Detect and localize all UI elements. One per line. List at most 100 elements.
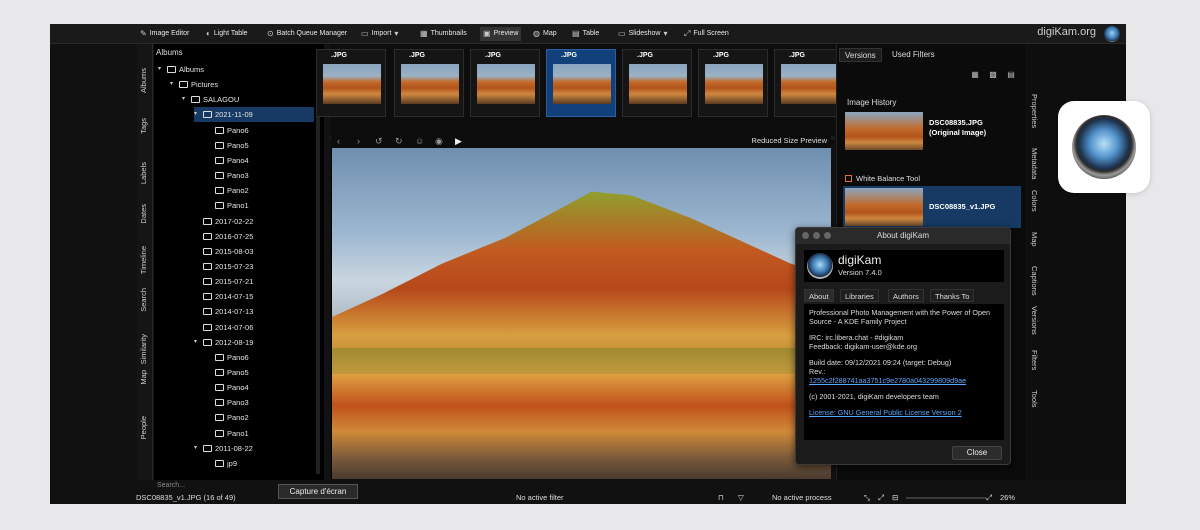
tab-people[interactable]: People — [139, 416, 148, 476]
full-screen-button[interactable]: ⤢ Full Screen — [684, 27, 729, 41]
album-tree-item[interactable]: ▾ 2012-08-19 — [194, 335, 314, 350]
table-button[interactable]: ▤ Table — [572, 27, 599, 41]
album-tree-item[interactable]: 2016-07-25 — [194, 229, 314, 244]
album-tree-item[interactable]: 2015-07-21 — [194, 274, 314, 289]
tab-about[interactable]: About — [804, 289, 834, 302]
rotate-right-icon[interactable]: ↻ — [395, 136, 403, 147]
chevron-down-icon[interactable]: ▾ — [663, 27, 667, 41]
thumbnail[interactable]: .JPG — [470, 49, 540, 117]
history-item[interactable]: DSC08835.JPG (Original Image) — [843, 110, 1021, 152]
album-tree-item[interactable]: Pano2 — [206, 410, 314, 425]
thumbnail[interactable]: .JPG — [316, 49, 386, 117]
album-tree-item[interactable]: Pano2 — [206, 183, 314, 198]
album-tree-item-label: Pictures — [191, 80, 219, 90]
image-editor-button[interactable]: ✎ Image Editor — [140, 27, 189, 41]
window-close-icon[interactable] — [802, 232, 809, 239]
album-tree-item[interactable]: ▾ Albums — [158, 62, 314, 77]
history-item-name: DSC08835.JPG — [929, 118, 983, 127]
tree-view-icon[interactable]: ▦ — [969, 69, 981, 81]
album-tree-item[interactable]: Pano5 — [206, 138, 314, 153]
thumbnail[interactable]: .JPG — [394, 49, 464, 117]
zoom-level: 26% — [1000, 493, 1016, 502]
map-button[interactable]: ◍ Map — [533, 27, 557, 41]
window-minimize-icon[interactable] — [813, 232, 820, 239]
focus-icon[interactable]: ◉ — [435, 136, 443, 147]
back-icon[interactable]: ‹ — [337, 136, 340, 146]
window-zoom-icon[interactable] — [824, 232, 831, 239]
combined-view-icon[interactable]: ▩ — [987, 69, 999, 81]
album-tree-item[interactable]: ▾ 2011-08-22 — [194, 441, 314, 456]
album-tree-item[interactable]: 2017-02-22 — [194, 214, 314, 229]
import-button[interactable]: ▭ Import ▾ — [361, 27, 398, 41]
zoom-fit-icon[interactable]: ⤡ — [864, 493, 870, 503]
zoom-out-icon[interactable]: ⊟ — [892, 493, 898, 502]
expand-arrow-icon[interactable]: ▾ — [158, 62, 164, 77]
thumbnail[interactable]: .JPG — [698, 49, 768, 117]
album-tree-item[interactable]: Pano3 — [206, 168, 314, 183]
album-tree-item[interactable]: Pano6 — [206, 350, 314, 365]
history-item-selected[interactable]: DSC08835_v1.JPG — [843, 186, 1021, 228]
expand-arrow-icon[interactable]: ▾ — [194, 107, 200, 122]
lock-icon[interactable]: ⊓ — [718, 493, 724, 502]
tab-authors[interactable]: Authors — [888, 289, 924, 302]
expand-arrow-icon[interactable]: ▾ — [182, 92, 188, 107]
folder-icon — [215, 459, 224, 467]
face-tag-icon[interactable]: ☺ — [415, 136, 424, 146]
album-tree-item[interactable]: Pano6 — [206, 123, 314, 138]
zoom-slider[interactable] — [906, 497, 986, 499]
tab-used-filters[interactable]: Used Filters — [887, 48, 940, 62]
folder-icon — [203, 262, 212, 270]
album-tree-item[interactable]: Pano4 — [206, 380, 314, 395]
screenshot-tooltip: Capture d'écran — [278, 484, 358, 499]
rotate-left-icon[interactable]: ↺ — [375, 136, 383, 147]
filter-checkbox[interactable] — [845, 175, 852, 182]
preview-image[interactable] — [332, 148, 831, 479]
chevron-down-icon[interactable]: ▾ — [394, 27, 398, 41]
album-tree-item[interactable]: Pano1 — [206, 198, 314, 213]
album-tree-item[interactable]: 2015-08-03 — [194, 244, 314, 259]
list-view-icon[interactable]: ▤ — [1005, 69, 1017, 81]
expand-arrow-icon[interactable]: ▾ — [194, 335, 200, 350]
album-tree-item[interactable]: jp9 — [206, 456, 314, 471]
tab-properties[interactable]: Properties — [1030, 94, 1039, 154]
slideshow-button[interactable]: ▭ Slideshow ▾ — [618, 27, 668, 41]
album-tree-item[interactable]: 2014-07-13 — [194, 304, 314, 319]
folder-icon — [203, 247, 212, 255]
album-tree-item[interactable]: Pano4 — [206, 153, 314, 168]
preview-button[interactable]: ▣ Preview — [480, 27, 522, 41]
tab-tools[interactable]: Tools — [1030, 390, 1039, 450]
thumbnails-button[interactable]: ▦ Thumbnails — [420, 27, 467, 41]
zoom-in-icon[interactable]: ⤢ — [986, 493, 992, 503]
album-tree-item[interactable]: ▾ Pictures — [170, 77, 314, 92]
album-tree-item[interactable]: Pano3 — [206, 395, 314, 410]
folder-icon — [215, 141, 224, 149]
forward-icon[interactable]: › — [357, 136, 360, 146]
album-tree-item[interactable]: Pano1 — [206, 426, 314, 441]
play-icon[interactable]: ▶ — [455, 136, 462, 147]
tab-thanks-to[interactable]: Thanks To — [930, 289, 975, 302]
revision-link[interactable]: 1255c2f288741aa3751c9e2780a043299809d9ae — [809, 376, 966, 385]
album-tree-item[interactable]: 2015-07-23 — [194, 259, 314, 274]
close-button[interactable]: Close — [952, 446, 1002, 460]
expand-arrow-icon[interactable]: ▾ — [194, 441, 200, 456]
album-tree-item[interactable]: Pano5 — [206, 365, 314, 380]
album-tree-item[interactable]: 2014-07-15 — [194, 289, 314, 304]
tab-libraries[interactable]: Libraries — [840, 289, 879, 302]
album-tree-item[interactable]: ▾ 2021-11-09 — [194, 107, 314, 123]
license-link[interactable]: License: GNU General Public License Vers… — [809, 408, 962, 417]
album-tree-item[interactable]: 2014-07-06 — [194, 320, 314, 335]
brand-label: digiKam.org — [1037, 26, 1096, 38]
folder-icon — [203, 323, 212, 331]
thumbnail-strip: .JPG .JPG .JPG .JPG .JPG .JPG .JPG — [316, 44, 844, 144]
thumbnail[interactable]: .JPG — [774, 49, 844, 117]
status-filter: No active filter — [516, 493, 564, 502]
expand-arrow-icon[interactable]: ▾ — [170, 77, 176, 92]
thumbnail-selected[interactable]: .JPG — [546, 49, 616, 117]
zoom-full-icon[interactable]: ⤢ — [878, 493, 884, 503]
tab-versions[interactable]: Versions — [839, 48, 882, 62]
filter-icon[interactable]: ▽ — [738, 493, 744, 502]
album-tree-item[interactable]: ▾ SALAGOU — [182, 92, 314, 107]
batch-queue-manager-button[interactable]: ⊙ Batch Queue Manager — [267, 27, 347, 41]
light-table-button[interactable]: ◐ Light Table — [206, 27, 248, 41]
thumbnail[interactable]: .JPG — [622, 49, 692, 117]
